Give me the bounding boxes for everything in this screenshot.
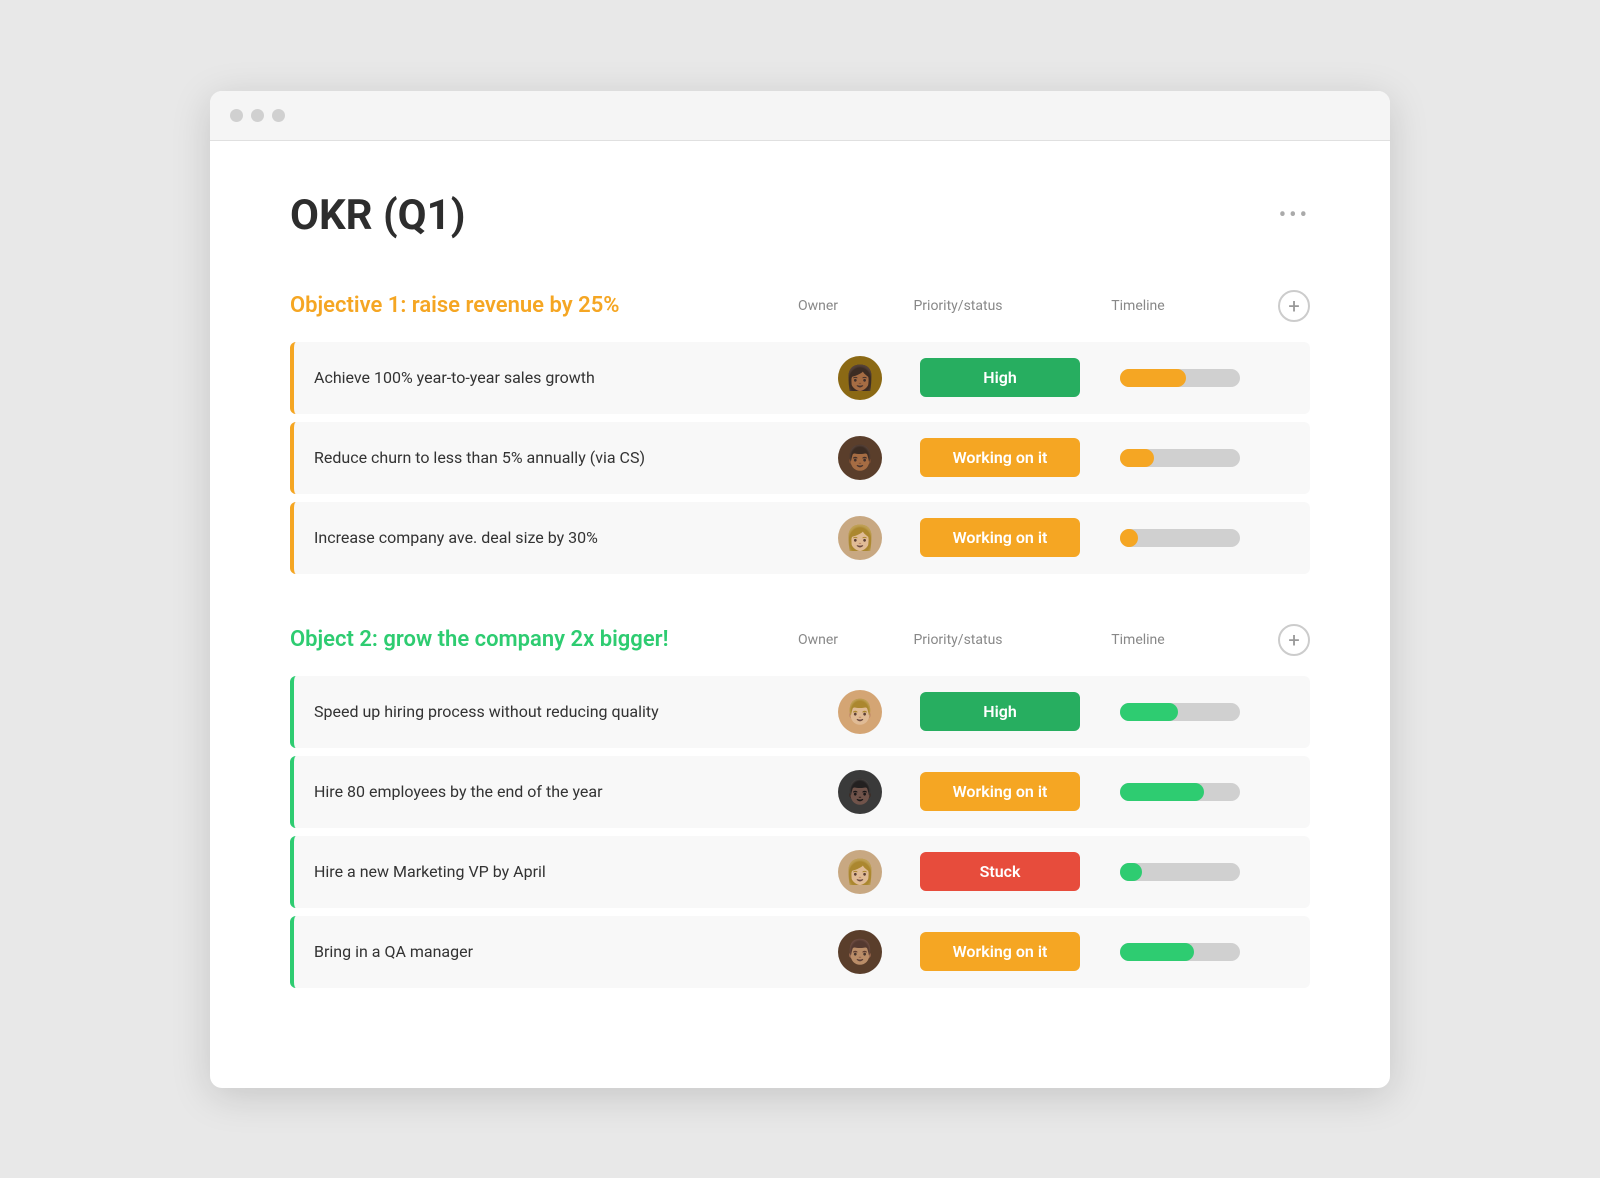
task-label: Achieve 100% year-to-year sales growth	[294, 368, 820, 387]
column-headers: Owner Priority/status Timeline	[778, 298, 1268, 314]
add-task-button-2[interactable]: +	[1278, 624, 1310, 656]
priority-badge: Working on it	[920, 932, 1080, 971]
task-row: Increase company ave. deal size by 30% 👩🏼…	[290, 502, 1310, 574]
task-priority[interactable]: Working on it	[900, 932, 1100, 971]
col-timeline-label: Timeline	[1058, 298, 1218, 314]
task-priority[interactable]: Working on it	[900, 518, 1100, 557]
task-label: Hire 80 employees by the end of the year	[294, 782, 820, 801]
col-timeline-label: Timeline	[1058, 632, 1218, 648]
task-label: Increase company ave. deal size by 30%	[294, 528, 820, 547]
priority-badge: High	[920, 358, 1080, 397]
timeline-bar	[1120, 943, 1240, 961]
section-obj1: Objective 1: raise revenue by 25% Owner …	[290, 290, 1310, 574]
section-obj2: Object 2: grow the company 2x bigger! Ow…	[290, 624, 1310, 988]
avatar: 👩🏼	[838, 850, 882, 894]
task-owner[interactable]: 👨🏿	[820, 770, 900, 814]
timeline-fill	[1120, 863, 1142, 881]
task-owner[interactable]: 👨🏾	[820, 436, 900, 480]
task-timeline[interactable]	[1100, 529, 1260, 547]
page-title: OKR (Q1)	[290, 191, 466, 240]
minimize-dot	[251, 109, 264, 122]
priority-badge: Working on it	[920, 518, 1080, 557]
maximize-dot	[272, 109, 285, 122]
task-label: Hire a new Marketing VP by April	[294, 862, 820, 881]
priority-badge: Working on it	[920, 772, 1080, 811]
task-row: Bring in a QA manager 👨🏽 Working on it	[290, 916, 1310, 988]
col-owner-label: Owner	[778, 298, 858, 314]
avatar: 👩🏾	[838, 356, 882, 400]
avatar: 👨🏽	[838, 930, 882, 974]
task-row: Hire 80 employees by the end of the year…	[290, 756, 1310, 828]
timeline-bar	[1120, 529, 1240, 547]
timeline-fill	[1120, 369, 1186, 387]
task-timeline[interactable]	[1100, 863, 1260, 881]
section-header-obj1: Objective 1: raise revenue by 25% Owner …	[290, 290, 1310, 322]
timeline-bar	[1120, 783, 1240, 801]
main-content: OKR (Q1) ••• Objective 1: raise revenue …	[210, 141, 1390, 1088]
task-label: Bring in a QA manager	[294, 942, 820, 961]
task-priority[interactable]: Working on it	[900, 438, 1100, 477]
col-owner-label: Owner	[778, 632, 858, 648]
column-headers: Owner Priority/status Timeline	[778, 632, 1268, 648]
col-priority-label: Priority/status	[858, 632, 1058, 648]
avatar: 👩🏼	[838, 516, 882, 560]
timeline-fill	[1120, 529, 1138, 547]
task-priority[interactable]: High	[900, 692, 1100, 731]
more-menu-button[interactable]: •••	[1279, 203, 1310, 228]
section-header-obj2: Object 2: grow the company 2x bigger! Ow…	[290, 624, 1310, 656]
task-timeline[interactable]	[1100, 943, 1260, 961]
task-row: Hire a new Marketing VP by April 👩🏼 Stuck	[290, 836, 1310, 908]
col-priority-label: Priority/status	[858, 298, 1058, 314]
task-label: Speed up hiring process without reducing…	[294, 702, 820, 721]
close-dot	[230, 109, 243, 122]
avatar: 👨🏿	[838, 770, 882, 814]
priority-badge: High	[920, 692, 1080, 731]
task-row: Reduce churn to less than 5% annually (v…	[290, 422, 1310, 494]
objective-title-1: Objective 1: raise revenue by 25%	[290, 293, 778, 318]
priority-badge: Working on it	[920, 438, 1080, 477]
task-owner[interactable]: 👨🏽	[820, 930, 900, 974]
task-row: Achieve 100% year-to-year sales growth 👩🏾…	[290, 342, 1310, 414]
timeline-fill	[1120, 943, 1194, 961]
page-header: OKR (Q1) •••	[290, 191, 1310, 240]
priority-badge: Stuck	[920, 852, 1080, 891]
task-label: Reduce churn to less than 5% annually (v…	[294, 448, 820, 467]
task-timeline[interactable]	[1100, 449, 1260, 467]
task-row: Speed up hiring process without reducing…	[290, 676, 1310, 748]
timeline-fill	[1120, 449, 1154, 467]
task-priority[interactable]: Working on it	[900, 772, 1100, 811]
task-timeline[interactable]	[1100, 369, 1260, 387]
task-owner[interactable]: 👩🏼	[820, 516, 900, 560]
titlebar	[210, 91, 1390, 141]
app-window: OKR (Q1) ••• Objective 1: raise revenue …	[210, 91, 1390, 1088]
task-timeline[interactable]	[1100, 783, 1260, 801]
timeline-bar	[1120, 863, 1240, 881]
task-timeline[interactable]	[1100, 703, 1260, 721]
task-owner[interactable]: 👩🏼	[820, 850, 900, 894]
task-priority[interactable]: High	[900, 358, 1100, 397]
timeline-bar	[1120, 369, 1240, 387]
task-owner[interactable]: 👨🏼	[820, 690, 900, 734]
task-priority[interactable]: Stuck	[900, 852, 1100, 891]
task-owner[interactable]: 👩🏾	[820, 356, 900, 400]
timeline-bar	[1120, 449, 1240, 467]
timeline-fill	[1120, 703, 1178, 721]
timeline-bar	[1120, 703, 1240, 721]
timeline-fill	[1120, 783, 1204, 801]
avatar: 👨🏼	[838, 690, 882, 734]
objective-title-2: Object 2: grow the company 2x bigger!	[290, 627, 778, 652]
add-task-button-1[interactable]: +	[1278, 290, 1310, 322]
avatar: 👨🏾	[838, 436, 882, 480]
